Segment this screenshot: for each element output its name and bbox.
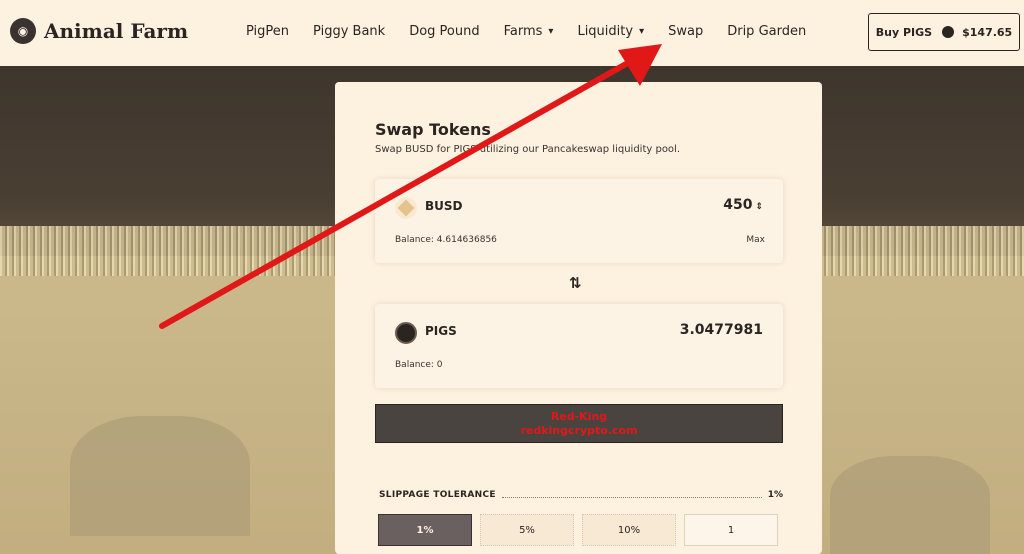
buy-pigs-button[interactable]: Buy PIGS $147.65 [868, 13, 1020, 51]
pigs-token-icon [395, 322, 417, 344]
dotted-leader [501, 492, 762, 498]
brand-name: Animal Farm [44, 19, 189, 43]
slippage-row: SLIPPAGE TOLERANCE 1% [379, 490, 783, 500]
to-token-name: PIGS [425, 324, 457, 338]
busd-token-icon [395, 197, 417, 219]
slippage-option-5[interactable]: 5% [480, 514, 574, 546]
swap-card: Swap Tokens Swap BUSD for PIGS utilizing… [335, 82, 822, 554]
swap-title: Swap Tokens [375, 120, 491, 139]
stepper-icon[interactable]: ⇕ [755, 202, 763, 212]
swap-action-button[interactable]: Red-King redkingcrypto.com [375, 404, 783, 443]
nav-item-pigpen[interactable]: PigPen [246, 24, 289, 39]
field-silhouette [70, 416, 250, 536]
top-navbar: ◉ Animal Farm PigPen Piggy Bank Dog Poun… [0, 0, 1024, 66]
nav-item-farms[interactable]: Farms ▾ [504, 24, 554, 39]
from-token-name: BUSD [425, 199, 463, 213]
slippage-custom-input[interactable]: 1 [684, 514, 778, 546]
nav-item-swap[interactable]: Swap [668, 24, 703, 39]
swap-arrows-icon[interactable]: ⇅ [569, 274, 582, 292]
slippage-options: 1% 5% 10% 1 [378, 514, 778, 546]
slippage-label: SLIPPAGE TOLERANCE [379, 490, 496, 500]
swap-subtitle: Swap BUSD for PIGS utilizing our Pancake… [375, 144, 681, 155]
pigs-coin-icon [942, 26, 955, 38]
to-balance: Balance: 0 [395, 360, 443, 370]
max-button[interactable]: Max [746, 235, 765, 245]
watermark-line2: redkingcrypto.com [520, 423, 638, 437]
chevron-down-icon: ▾ [639, 26, 645, 37]
to-amount: 3.0477981 [679, 322, 763, 338]
chevron-down-icon: ▾ [548, 26, 554, 37]
from-amount-input[interactable]: 450 ⇕ [723, 197, 763, 213]
brand-logo[interactable]: ◉ Animal Farm [10, 18, 188, 44]
field-silhouette [830, 456, 990, 554]
from-balance: Balance: 4.614636856 [395, 235, 497, 245]
slippage-option-10[interactable]: 10% [582, 514, 676, 546]
main-nav: PigPen Piggy Bank Dog Pound Farms ▾ Liqui… [246, 24, 830, 39]
nav-item-drip-garden[interactable]: Drip Garden [727, 24, 806, 39]
nav-item-dog-pound[interactable]: Dog Pound [409, 24, 479, 39]
nav-item-liquidity[interactable]: Liquidity ▾ [577, 24, 644, 39]
to-token-box: PIGS 3.0477981 Balance: 0 [375, 304, 783, 388]
pig-logo-icon: ◉ [10, 18, 36, 44]
slippage-value: 1% [767, 490, 783, 500]
watermark-line1: Red-King [550, 409, 608, 423]
buy-pigs-label: Buy PIGS [875, 25, 933, 39]
nav-item-piggy-bank[interactable]: Piggy Bank [313, 24, 385, 39]
from-token-box: BUSD 450 ⇕ Balance: 4.614636856 Max [375, 179, 783, 263]
slippage-option-1[interactable]: 1% [378, 514, 472, 546]
pigs-price: $147.65 [962, 25, 1013, 39]
